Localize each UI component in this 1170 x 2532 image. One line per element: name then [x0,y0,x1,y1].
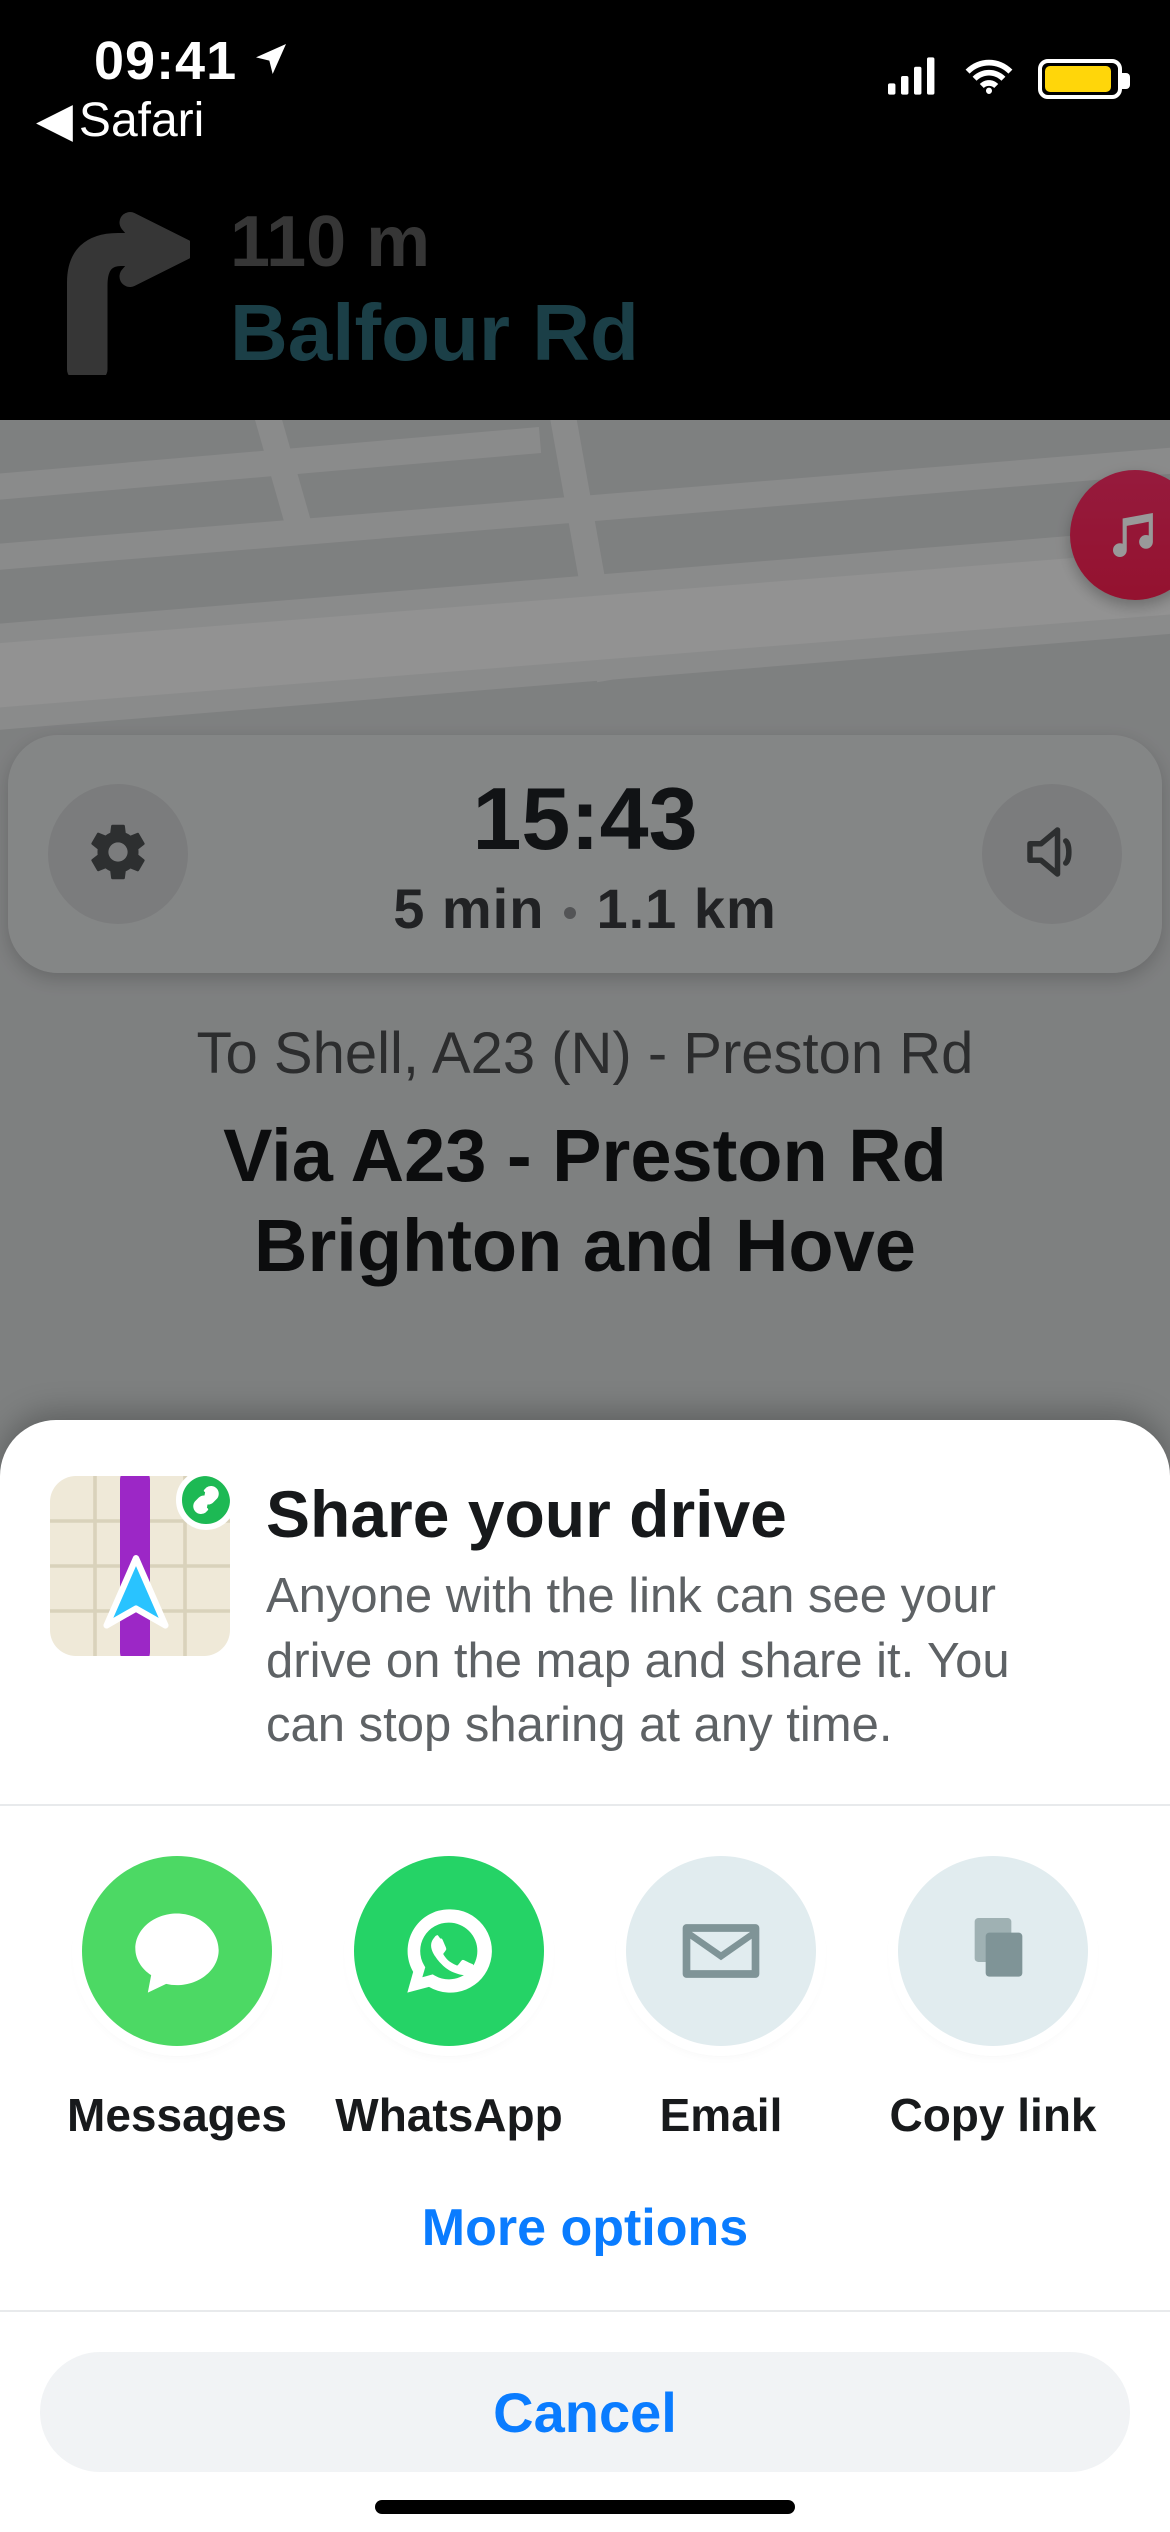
share-option-copy-link[interactable]: Copy link [878,1856,1108,2142]
cancel-button[interactable]: Cancel [40,2352,1130,2472]
share-option-messages[interactable]: Messages [62,1856,292,2142]
screen: 110 m Balfour Rd [0,0,1170,2532]
whatsapp-icon [354,1856,544,2046]
location-arrow-icon [251,30,291,92]
cellular-icon [888,56,940,101]
status-time: 09:41 [94,30,291,92]
back-to-app[interactable]: ◀ Safari [36,92,204,148]
share-option-email[interactable]: Email [606,1856,836,2142]
share-options-row: Messages WhatsApp Email Copy link [0,1806,1170,2152]
back-app-label: Safari [79,93,204,148]
share-sheet: Share your drive Anyone with the link ca… [0,1420,1170,2532]
battery-icon [1038,59,1122,99]
share-label: Messages [62,2088,292,2142]
share-header: Share your drive Anyone with the link ca… [0,1420,1170,1806]
share-label: WhatsApp [334,2088,564,2142]
wifi-icon [964,56,1014,101]
status-bar: 09:41 ◀ Safari [0,0,1170,160]
share-title: Share your drive [266,1476,1026,1552]
copy-icon [898,1856,1088,2046]
chevron-left-icon: ◀ [36,92,73,148]
share-label: Email [606,2088,836,2142]
share-description: Anyone with the link can see your drive … [266,1564,1026,1758]
messages-icon [82,1856,272,2046]
home-indicator[interactable] [375,2500,795,2514]
share-option-whatsapp[interactable]: WhatsApp [334,1856,564,2142]
more-options-button[interactable]: More options [0,2152,1170,2312]
share-thumbnail [50,1476,230,1656]
share-label: Copy link [878,2088,1108,2142]
email-icon [626,1856,816,2046]
location-cursor-icon [94,1554,178,1643]
